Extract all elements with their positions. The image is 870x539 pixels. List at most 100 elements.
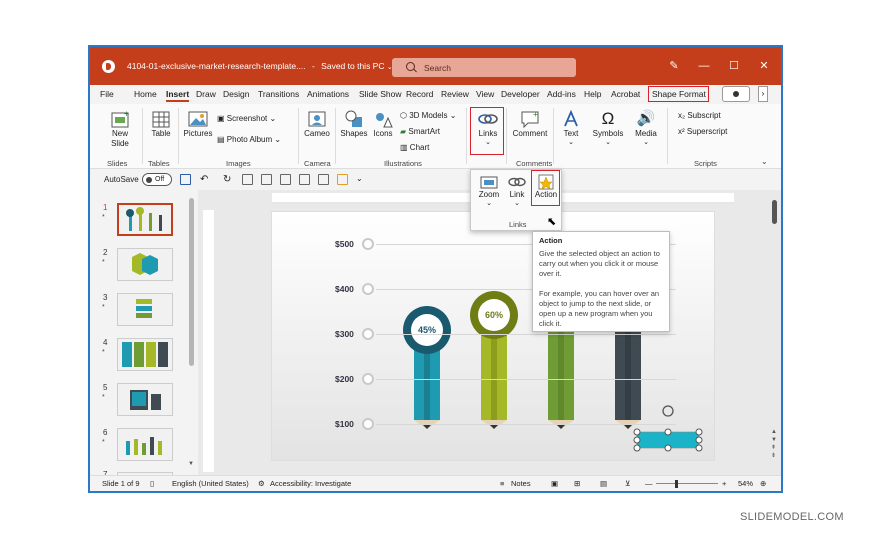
slide-thumbnail-6[interactable] [117,428,173,461]
thumbnail-scrollbar[interactable] [189,198,194,366]
tab-animations[interactable]: Animations [307,89,349,99]
slide-nav-icon[interactable]: ▲ ▼ ⇞ ⇟ [771,428,777,460]
chart-button[interactable]: ▥ Chart [400,143,429,152]
3d-models-button[interactable]: ⬡ 3D Models ⌄ [400,111,456,120]
pencil-bar[interactable]: 45% [403,306,451,429]
language-status[interactable]: English (United States) [172,479,249,488]
superscript-button[interactable]: x² Superscript [678,127,727,136]
tab-review[interactable]: Review [441,89,469,99]
tab-insert[interactable]: Insert [166,89,190,102]
accessibility-icon: ⚙ [258,479,265,488]
reading-view-icon[interactable]: ▤ [600,479,607,488]
new-file-icon[interactable] [261,174,272,185]
icons-button[interactable]: Icons [370,109,396,138]
slide-thumbnail-5[interactable] [117,383,173,416]
pictures-button[interactable]: Pictures [182,109,214,138]
tab-add-ins[interactable]: Add-ins [547,89,576,99]
close-icon[interactable]: ✕ [756,58,772,74]
autosave-toggle[interactable]: Off [142,173,172,186]
zoom-slider-thumb[interactable] [675,480,678,488]
shapes-button[interactable]: Shapes [339,109,369,138]
tab-home[interactable]: Home [134,89,157,99]
minimize-icon[interactable]: — [696,58,712,74]
format-painter-icon[interactable] [337,174,348,185]
text-button[interactable]: Text ⌄ [558,109,584,146]
y-axis-label: $400 [335,284,354,294]
open-folder-icon[interactable] [280,174,291,185]
tab-draw[interactable]: Draw [196,89,216,99]
tab-file[interactable]: File [100,89,114,99]
pen-icon[interactable]: ✎ [666,58,682,74]
accessibility-status[interactable]: Accessibility: Investigate [270,479,351,488]
symbols-button[interactable]: Ω Symbols ⌄ [590,109,626,146]
save-icon[interactable] [180,174,191,185]
cameo-button[interactable]: Cameo [302,109,332,138]
comment-button[interactable]: + Comment [511,109,549,138]
superscript-icon: x² [678,127,685,136]
zoom-slider[interactable] [656,483,718,484]
tab-help[interactable]: Help [584,89,601,99]
start-presentation-icon[interactable] [242,174,253,185]
slide-thumbnail-1[interactable] [117,203,173,236]
zoom-in-icon[interactable]: + [722,479,726,488]
powerpoint-window: 4104-01-exclusive-market-research-templa… [88,45,783,493]
thumb-transition-marker: * [102,304,105,311]
subscript-icon: x₂ [678,111,686,120]
tab-slide-show[interactable]: Slide Show [359,89,402,99]
photo-album-label: Photo Album [226,135,273,144]
slide-sorter-icon[interactable]: ⊞ [574,479,580,488]
maximize-icon[interactable]: ☐ [726,58,742,74]
tab-transitions[interactable]: Transitions [258,89,299,99]
slide-thumbnail-3[interactable] [117,293,173,326]
present-icon[interactable] [318,174,329,185]
thumb-number: 3 [103,293,108,302]
table-button[interactable]: Table [146,109,176,138]
thumb-number: 2 [103,248,108,257]
customize-qat-icon[interactable]: ⌄ [356,174,367,185]
thumb-number: 1 [103,203,108,212]
thumb-transition-marker: * [102,259,105,266]
zoom-level[interactable]: 54% [738,479,753,488]
redo-icon[interactable]: ↻ [223,174,234,185]
smartart-button[interactable]: ▰ SmartArt [400,127,440,136]
tab-record[interactable]: Record [406,89,433,99]
new-slide-button[interactable]: + New Slide [102,109,138,149]
watermark: SLIDEMODEL.COM [740,511,844,523]
thumb-transition-marker: * [102,214,105,221]
group-scripts: Scripts [694,159,717,168]
collapse-ribbon-icon[interactable]: ⌄ [761,157,768,166]
undo-icon[interactable]: ↶ [200,174,211,185]
screenshot-button[interactable]: ▣ Screenshot ⌄ [217,114,276,123]
spellcheck-icon[interactable]: ▯ [150,479,154,488]
subscript-button[interactable]: x₂ Subscript [678,111,721,120]
photo-album-button[interactable]: ▤ Photo Album ⌄ [217,135,281,144]
slideshow-view-icon[interactable]: ⊻ [625,479,631,488]
pencil-bar[interactable]: 60% [470,291,518,429]
tab-view[interactable]: View [476,89,494,99]
search-placeholder: Search [424,63,451,73]
print-icon[interactable] [299,174,310,185]
tab-design[interactable]: Design [223,89,249,99]
tab-developer[interactable]: Developer [501,89,540,99]
tab-acrobat[interactable]: Acrobat [611,89,640,99]
smartart-icon: ▰ [400,127,407,136]
media-button[interactable]: 🔊 Media ⌄ [633,109,659,146]
search-box[interactable]: Search [392,58,576,77]
zoom-out-icon[interactable]: — [645,479,653,488]
scroll-down-icon[interactable]: ▼ [188,461,194,467]
notes-button[interactable]: Notes [511,479,531,488]
thumb-transition-marker: * [102,394,105,401]
fit-to-window-icon[interactable]: ⊕ [760,479,766,488]
slide-thumbnail-2[interactable] [117,248,173,281]
rotate-handle-icon [662,405,674,417]
editor-scrollbar[interactable] [772,200,777,224]
document-title[interactable]: 4104-01-exclusive-market-research-templa… [127,61,393,71]
link-button[interactable]: Link ⌄ [504,174,530,207]
chevron-right-icon[interactable]: › [758,86,768,102]
separator [553,108,554,164]
zoom-button[interactable]: Zoom ⌄ [476,174,502,207]
chevron-down-icon: ⌄ [486,200,492,207]
normal-view-icon[interactable]: ▣ [551,479,558,488]
slide-thumbnail-4[interactable] [117,338,173,371]
record-button[interactable] [722,86,750,102]
